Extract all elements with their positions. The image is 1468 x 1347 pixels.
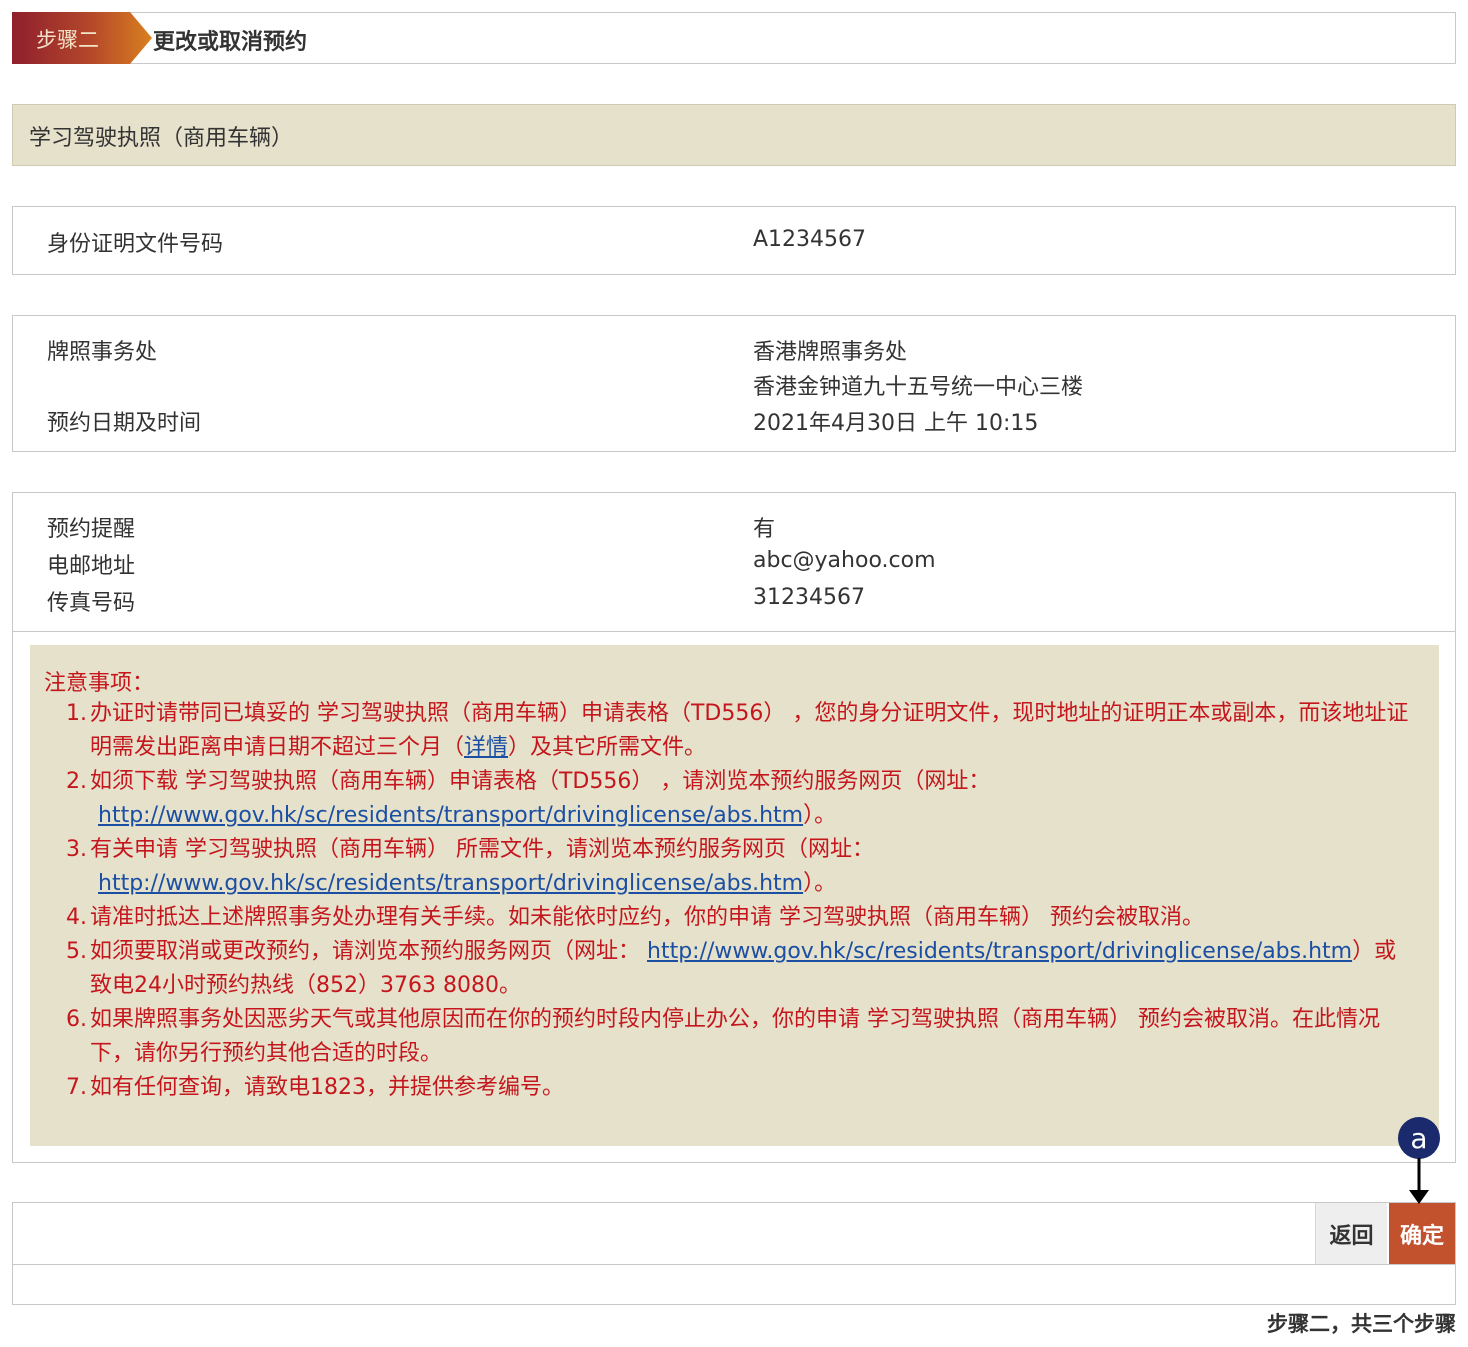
page-title: 更改或取消预约 xyxy=(153,30,308,55)
identity-label: 身份证明文件号码 xyxy=(47,232,224,257)
note-number: 7. xyxy=(66,1075,87,1100)
abs-website-link[interactable]: http://www.gov.hk/sc/residents/transport… xyxy=(98,871,803,896)
note-item: 6. 如果牌照事务处因恶劣天气或其他原因而在你的预约时段内停止办公，你的申请 学… xyxy=(66,1003,1416,1071)
reminder-label: 预约提醒 xyxy=(47,517,136,542)
note-number: 1. xyxy=(66,701,87,726)
licence-type-bar: 学习驾驶执照（商用车辆） xyxy=(12,104,1456,166)
note-text: 有关申请 学习驾驶执照（商用车辆） 所需文件，请浏览本预约服务网页（网址： xyxy=(90,837,874,862)
confirm-button[interactable]: 确定 xyxy=(1389,1203,1455,1264)
back-button[interactable]: 返回 xyxy=(1315,1203,1387,1264)
step-tag: 步骤二 xyxy=(12,12,152,64)
identity-value: A1234567 xyxy=(753,227,867,252)
note-number: 5. xyxy=(66,939,87,964)
note-item: 5. 如须要取消或更改预约，请浏览本预约服务网页（网址： http://www.… xyxy=(66,935,1416,1003)
note-text: 办证时请带同已填妥的 学习驾驶执照（商用车辆）申请表格（TD556） ，您的身分… xyxy=(90,701,1409,760)
abs-website-link[interactable]: http://www.gov.hk/sc/residents/transport… xyxy=(98,803,803,828)
notes-box: 注意事项： 1. 办证时请带同已填妥的 学习驾驶执照（商用车辆）申请表格（TD5… xyxy=(30,645,1439,1146)
appointment-datetime-value: 2021年4月30日 上午 10:15 xyxy=(753,411,1039,436)
fax-value: 31234567 xyxy=(753,585,865,610)
note-number: 6. xyxy=(66,1007,87,1032)
office-name: 香港牌照事务处 xyxy=(753,340,908,365)
step-count: 步骤二，共三个步骤 xyxy=(1267,1312,1456,1336)
note-number: 3. xyxy=(66,837,87,862)
reminder-value: 有 xyxy=(753,517,776,542)
contact-divider xyxy=(13,631,1455,632)
licence-type-label: 学习驾驶执照（商用车辆） xyxy=(29,126,294,151)
email-value: abc@yahoo.com xyxy=(753,548,936,573)
appointment-datetime-label: 预约日期及时间 xyxy=(47,411,202,436)
bottom-rule xyxy=(12,1265,1456,1305)
note-item: 1. 办证时请带同已填妥的 学习驾驶执照（商用车辆）申请表格（TD556） ，您… xyxy=(66,697,1416,765)
note-item: 7. 如有任何查询，请致电1823，并提供参考编号。 xyxy=(66,1071,1416,1105)
note-text: ）。 xyxy=(803,871,837,896)
fax-label: 传真号码 xyxy=(47,591,136,616)
note-item: 2. 如须下载 学习驾驶执照（商用车辆）申请表格（TD556） ，请浏览本预约服… xyxy=(66,765,1416,833)
office-panel: 牌照事务处 香港牌照事务处 香港金钟道九十五号统一中心三楼 预约日期及时间 20… xyxy=(12,315,1456,452)
note-text: ）。 xyxy=(803,803,837,828)
note-item: 3. 有关申请 学习驾驶执照（商用车辆） 所需文件，请浏览本预约服务网页（网址：… xyxy=(66,833,1416,901)
note-item: 4. 请准时抵达上述牌照事务处办理有关手续。如未能依时应约，你的申请 学习驾驶执… xyxy=(66,901,1416,935)
note-text: 如须要取消或更改预约，请浏览本预约服务网页（网址： xyxy=(90,939,647,964)
note-text: 如果牌照事务处因恶劣天气或其他原因而在你的预约时段内停止办公，你的申请 学习驾驶… xyxy=(90,1007,1380,1066)
note-text: 如须下载 学习驾驶执照（商用车辆）申请表格（TD556） ，请浏览本预约服务网页… xyxy=(90,769,991,794)
email-label: 电邮地址 xyxy=(47,554,136,579)
step-tag-label: 步骤二 xyxy=(36,28,99,52)
note-text: ）及其它所需文件。 xyxy=(508,735,707,760)
notes-list: 1. 办证时请带同已填妥的 学习驾驶执照（商用车辆）申请表格（TD556） ，您… xyxy=(66,697,1416,1105)
office-address: 香港金钟道九十五号统一中心三楼 xyxy=(753,375,1084,400)
note-number: 2. xyxy=(66,769,87,794)
contact-panel: 预约提醒 有 电邮地址 abc@yahoo.com 传真号码 31234567 … xyxy=(12,492,1456,1163)
action-bar: 返回 确定 xyxy=(12,1202,1456,1265)
step-header: 步骤二 更改或取消预约 xyxy=(12,12,1456,64)
abs-website-link[interactable]: http://www.gov.hk/sc/residents/transport… xyxy=(647,939,1352,964)
identity-panel: 身份证明文件号码 A1234567 xyxy=(12,206,1456,275)
note-number: 4. xyxy=(66,905,87,930)
notes-title: 注意事项： xyxy=(44,671,155,696)
note-text: 请准时抵达上述牌照事务处办理有关手续。如未能依时应约，你的申请 学习驾驶执照（商… xyxy=(90,905,1204,930)
annotation-marker: a xyxy=(1398,1117,1440,1159)
office-label: 牌照事务处 xyxy=(47,340,158,365)
annotation-arrow-icon xyxy=(1409,1158,1429,1204)
note-text: 如有任何查询，请致电1823，并提供参考编号。 xyxy=(90,1075,564,1100)
details-link[interactable]: 详情 xyxy=(464,735,508,760)
